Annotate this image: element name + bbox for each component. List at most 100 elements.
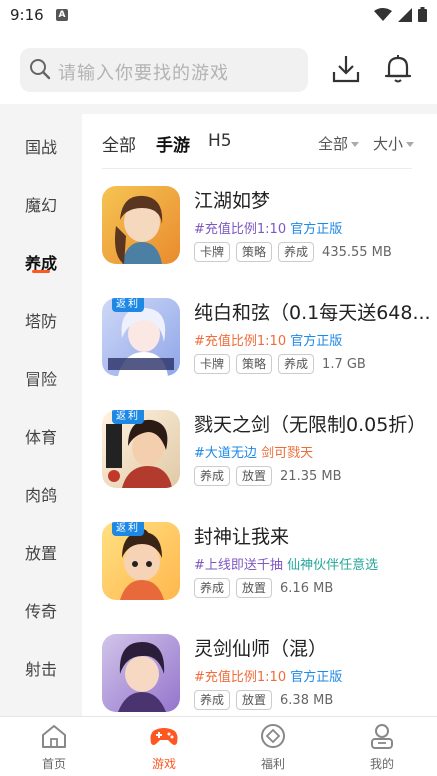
game-item[interactable]: 灵剑仙师（混） #充值比例1:10 官方正版 养成 放置 6.38 MB (102, 634, 437, 714)
category-filter-label: 全部 (318, 135, 349, 153)
signal-icon (398, 7, 412, 22)
gamepad-icon (150, 728, 178, 745)
nav-home[interactable]: 首页 (24, 723, 84, 772)
game-size: 21.35 MB (280, 468, 342, 484)
game-icon: 返利 (102, 298, 180, 376)
game-tags: 养成 放置 21.35 MB (194, 466, 342, 486)
promo-b: 官方正版 (290, 222, 343, 237)
diamond-gift-icon (261, 724, 285, 748)
game-size: 1.7 GB (322, 356, 366, 372)
nav-home-label: 首页 (41, 757, 66, 771)
nav-mine-label: 我的 (369, 757, 394, 771)
promo-a: 充值比例1:10 (204, 334, 287, 349)
game-tags: 养成 放置 6.38 MB (194, 690, 333, 710)
notification-button[interactable] (384, 54, 414, 86)
promo-hash: # (194, 446, 205, 461)
game-promo: #大道无边 剑可戮天 (194, 442, 313, 461)
tag: 养成 (278, 242, 315, 262)
size-filter[interactable]: 大小 (373, 133, 415, 154)
search-icon (30, 59, 51, 80)
game-promo: #充值比例1:10 官方正版 (194, 666, 342, 685)
sidebar-item-maoxian[interactable]: 冒险 (0, 366, 82, 390)
category-filter[interactable]: 全部 (318, 133, 360, 154)
nav-mine[interactable]: 我的 (352, 723, 412, 772)
chevron-down-icon (406, 142, 415, 147)
bell-icon (384, 55, 412, 83)
game-name: 江湖如梦 (194, 190, 271, 212)
platform-tabs: 全部 手游 H5 全部 大小 (82, 114, 437, 168)
sidebar-item-sheji[interactable]: 射击 (0, 656, 82, 680)
game-tags: 卡牌 策略 养成 435.55 MB (194, 242, 392, 262)
promo-a: 充值比例1:10 (204, 670, 287, 685)
wifi-icon (374, 7, 392, 21)
tag: 卡牌 (194, 242, 231, 262)
nav-games[interactable]: 游戏 (134, 723, 194, 772)
promo-b: 官方正版 (290, 670, 343, 685)
game-icon: 返利 (102, 410, 180, 488)
tag: 养成 (194, 466, 231, 486)
sidebar-item-chuanqi[interactable]: 传奇 (0, 598, 82, 622)
search-bar[interactable]: 请输入你要找的游戏 (20, 48, 308, 92)
rebate-badge: 返利 (112, 410, 144, 424)
user-icon (371, 724, 393, 749)
sidebar-item-mohuan[interactable]: 魔幻 (0, 192, 82, 216)
tab-all[interactable]: 全部 (102, 131, 136, 156)
game-item[interactable]: 江湖如梦 #充值比例1:10 官方正版 卡牌 策略 养成 435.55 MB (102, 186, 437, 266)
nav-welfare[interactable]: 福利 (243, 723, 303, 772)
game-list-panel: 全部 手游 H5 全部 大小 江湖如梦 #充值比例1:10 官方正版 卡牌 策略… (82, 114, 437, 716)
tab-h5[interactable]: H5 (208, 131, 232, 151)
game-size: 6.16 MB (280, 580, 334, 596)
game-tags: 卡牌 策略 养成 1.7 GB (194, 354, 366, 374)
game-name: 纯白和弦（0.1每天送648... (194, 302, 431, 324)
game-promo: #充值比例1:10 官方正版 (194, 218, 342, 237)
game-name: 灵剑仙师（混） (194, 638, 328, 660)
sidebar-item-rouge[interactable]: 肉鸽 (0, 482, 82, 506)
promo-hash: # (194, 670, 205, 685)
promo-b: 仙神伙伴任意选 (287, 558, 379, 573)
game-item[interactable]: 返利 纯白和弦（0.1每天送648... #充值比例1:10 官方正版 卡牌 策… (102, 298, 437, 378)
promo-hash: # (194, 222, 205, 237)
tag: 放置 (236, 466, 273, 486)
rebate-badge: 返利 (112, 522, 144, 536)
game-tags: 养成 放置 6.16 MB (194, 578, 333, 598)
status-bar: 9:16 A (0, 0, 437, 30)
category-sidebar: 国战 魔幻 养成 塔防 冒险 体育 肉鸽 放置 传奇 射击 (0, 104, 82, 716)
sidebar-item-tafang[interactable]: 塔防 (0, 308, 82, 332)
promo-a: 上线即送千抽 (204, 558, 283, 573)
download-button[interactable] (332, 54, 362, 86)
status-time: 9:16 (10, 6, 44, 24)
game-icon (102, 186, 180, 264)
tag: 养成 (278, 354, 315, 374)
tag: 放置 (236, 578, 273, 598)
notification-icon: A (56, 9, 68, 21)
tag: 策略 (236, 354, 273, 374)
nav-welfare-label: 福利 (260, 757, 285, 771)
game-name: 封神让我来 (194, 526, 290, 548)
tag: 策略 (236, 242, 273, 262)
game-icon (102, 634, 180, 712)
nav-games-label: 游戏 (151, 757, 176, 771)
promo-hash: # (194, 334, 205, 349)
game-item[interactable]: 返利 封神让我来 #上线即送千抽 仙神伙伴任意选 养成 放置 6.16 MB (102, 522, 437, 602)
tag: 养成 (194, 690, 231, 710)
game-promo: #上线即送千抽 仙神伙伴任意选 (194, 554, 378, 573)
bottom-nav: 首页 游戏 福利 我的 (0, 716, 437, 776)
home-icon (42, 725, 66, 748)
header: 请输入你要找的游戏 (0, 30, 437, 104)
game-item[interactable]: 返利 戮天之剑（无限制0.05折） #大道无边 剑可戮天 养成 放置 21.35… (102, 410, 437, 490)
sidebar-item-tiyu[interactable]: 体育 (0, 424, 82, 448)
sidebar-item-guozhan[interactable]: 国战 (0, 134, 82, 158)
promo-b: 官方正版 (290, 334, 343, 349)
promo-a: 充值比例1:10 (204, 222, 287, 237)
chevron-down-icon (351, 142, 360, 147)
rebate-badge: 返利 (112, 298, 144, 312)
tabs-divider (102, 168, 412, 169)
download-icon (332, 56, 360, 83)
promo-b: 剑可戮天 (261, 446, 314, 461)
tab-mobile[interactable]: 手游 (156, 131, 190, 156)
system-icons (374, 7, 427, 22)
game-size: 435.55 MB (322, 244, 392, 260)
search-placeholder: 请输入你要找的游戏 (58, 63, 229, 84)
game-size: 6.38 MB (280, 692, 334, 708)
sidebar-item-fangzhi[interactable]: 放置 (0, 540, 82, 564)
